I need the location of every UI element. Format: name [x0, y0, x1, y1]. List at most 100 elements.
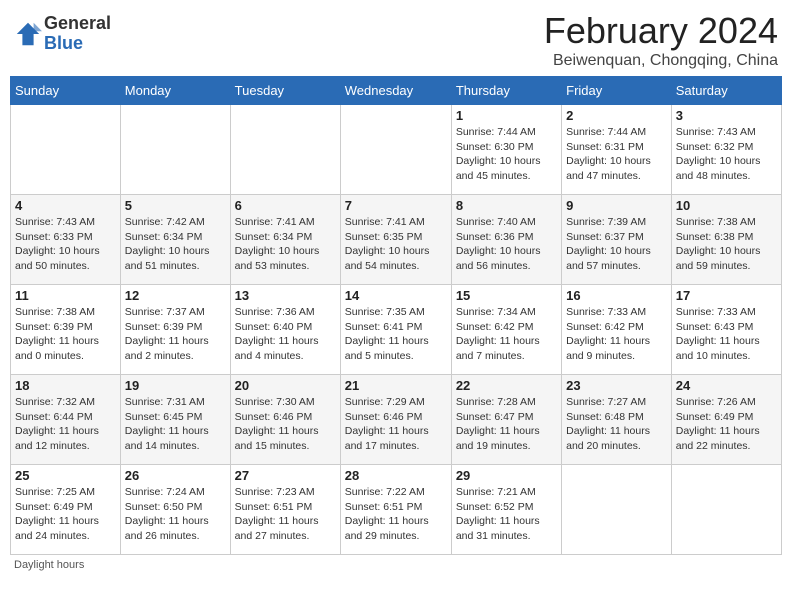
- day-info: Sunrise: 7:42 AMSunset: 6:34 PMDaylight:…: [125, 215, 226, 274]
- calendar-day-cell: 3 Sunrise: 7:43 AMSunset: 6:32 PMDaylight…: [671, 105, 781, 195]
- weekday-header: Thursday: [451, 77, 561, 105]
- day-number: 25: [15, 468, 116, 483]
- day-number: 11: [15, 288, 116, 303]
- calendar-day-cell: 28Sunrise: 7:22 AMSunset: 6:51 PMDayligh…: [340, 465, 451, 555]
- weekday-header: Monday: [120, 77, 230, 105]
- calendar-week-row: 11 Sunrise: 7:38 AMSunset: 6:39 PMDayligh…: [11, 285, 782, 375]
- calendar-day-cell: [120, 105, 230, 195]
- day-number: 23: [566, 378, 667, 393]
- day-number: 2: [566, 108, 667, 123]
- day-info: Sunrise: 7:38 AMSunset: 6:39 PMDaylight:…: [15, 305, 116, 364]
- day-number: 4: [15, 198, 116, 213]
- day-info: Sunrise: 7:23 AMSunset: 6:51 PMDaylight:…: [235, 485, 336, 544]
- calendar-day-cell: 21 Sunrise: 7:29 AMSunset: 6:46 PMDayligh…: [340, 375, 451, 465]
- calendar-day-cell: 16Sunrise: 7:33 AMSunset: 6:42 PMDayligh…: [562, 285, 672, 375]
- day-number: 18: [15, 378, 116, 393]
- weekday-header: Sunday: [11, 77, 121, 105]
- day-info: Sunrise: 7:39 AMSunset: 6:37 PMDaylight:…: [566, 215, 667, 274]
- day-info: Sunrise: 7:27 AMSunset: 6:48 PMDaylight:…: [566, 395, 667, 454]
- day-info: Sunrise: 7:41 AMSunset: 6:34 PMDaylight:…: [235, 215, 336, 274]
- calendar-week-row: 25 Sunrise: 7:25 AMSunset: 6:49 PMDayligh…: [11, 465, 782, 555]
- calendar-day-cell: 9 Sunrise: 7:39 AMSunset: 6:37 PMDaylight…: [562, 195, 672, 285]
- page-header: General Blue February 2024 Beiwenquan, C…: [10, 10, 782, 70]
- calendar-day-cell: 4 Sunrise: 7:43 AMSunset: 6:33 PMDaylight…: [11, 195, 121, 285]
- day-number: 3: [676, 108, 777, 123]
- calendar-day-cell: [11, 105, 121, 195]
- day-number: 21: [345, 378, 447, 393]
- day-info: Sunrise: 7:26 AMSunset: 6:49 PMDaylight:…: [676, 395, 777, 454]
- weekday-header: Friday: [562, 77, 672, 105]
- day-info: Sunrise: 7:43 AMSunset: 6:33 PMDaylight:…: [15, 215, 116, 274]
- calendar-header-row: SundayMondayTuesdayWednesdayThursdayFrid…: [11, 77, 782, 105]
- calendar-day-cell: 7Sunrise: 7:41 AMSunset: 6:35 PMDaylight…: [340, 195, 451, 285]
- calendar-day-cell: 1 Sunrise: 7:44 AMSunset: 6:30 PMDaylight…: [451, 105, 561, 195]
- month-title: February 2024: [544, 10, 778, 52]
- day-number: 20: [235, 378, 336, 393]
- day-info: Sunrise: 7:29 AMSunset: 6:46 PMDaylight:…: [345, 395, 447, 454]
- day-number: 9: [566, 198, 667, 213]
- day-number: 28: [345, 468, 447, 483]
- calendar-day-cell: 25 Sunrise: 7:25 AMSunset: 6:49 PMDayligh…: [11, 465, 121, 555]
- day-number: 16: [566, 288, 667, 303]
- day-number: 19: [125, 378, 226, 393]
- calendar-day-cell: 23 Sunrise: 7:27 AMSunset: 6:48 PMDayligh…: [562, 375, 672, 465]
- calendar-day-cell: [562, 465, 672, 555]
- day-info: Sunrise: 7:33 AMSunset: 6:43 PMDaylight:…: [676, 305, 777, 364]
- day-info: Sunrise: 7:37 AMSunset: 6:39 PMDaylight:…: [125, 305, 226, 364]
- calendar-week-row: 1 Sunrise: 7:44 AMSunset: 6:30 PMDaylight…: [11, 105, 782, 195]
- location-title: Beiwenquan, Chongqing, China: [544, 52, 778, 70]
- day-info: Sunrise: 7:40 AMSunset: 6:36 PMDaylight:…: [456, 215, 557, 274]
- day-info: Sunrise: 7:36 AMSunset: 6:40 PMDaylight:…: [235, 305, 336, 364]
- day-info: Sunrise: 7:43 AMSunset: 6:32 PMDaylight:…: [676, 125, 777, 184]
- day-number: 24: [676, 378, 777, 393]
- calendar-day-cell: 17Sunrise: 7:33 AMSunset: 6:43 PMDayligh…: [671, 285, 781, 375]
- day-number: 26: [125, 468, 226, 483]
- calendar-day-cell: 24 Sunrise: 7:26 AMSunset: 6:49 PMDayligh…: [671, 375, 781, 465]
- calendar-day-cell: 14 Sunrise: 7:35 AMSunset: 6:41 PMDayligh…: [340, 285, 451, 375]
- calendar-day-cell: 5 Sunrise: 7:42 AMSunset: 6:34 PMDaylight…: [120, 195, 230, 285]
- calendar-week-row: 4 Sunrise: 7:43 AMSunset: 6:33 PMDaylight…: [11, 195, 782, 285]
- day-number: 6: [235, 198, 336, 213]
- day-info: Sunrise: 7:35 AMSunset: 6:41 PMDaylight:…: [345, 305, 447, 364]
- calendar-day-cell: 19Sunrise: 7:31 AMSunset: 6:45 PMDayligh…: [120, 375, 230, 465]
- logo-general-text: General: [44, 14, 111, 34]
- day-number: 12: [125, 288, 226, 303]
- day-info: Sunrise: 7:24 AMSunset: 6:50 PMDaylight:…: [125, 485, 226, 544]
- calendar-day-cell: 18 Sunrise: 7:32 AMSunset: 6:44 PMDayligh…: [11, 375, 121, 465]
- title-block: February 2024 Beiwenquan, Chongqing, Chi…: [544, 10, 778, 70]
- day-number: 8: [456, 198, 557, 213]
- day-info: Sunrise: 7:30 AMSunset: 6:46 PMDaylight:…: [235, 395, 336, 454]
- day-info: Sunrise: 7:28 AMSunset: 6:47 PMDaylight:…: [456, 395, 557, 454]
- logo-blue-text: Blue: [44, 34, 111, 54]
- calendar-day-cell: 27 Sunrise: 7:23 AMSunset: 6:51 PMDayligh…: [230, 465, 340, 555]
- day-info: Sunrise: 7:34 AMSunset: 6:42 PMDaylight:…: [456, 305, 557, 364]
- day-info: Sunrise: 7:21 AMSunset: 6:52 PMDaylight:…: [456, 485, 557, 544]
- calendar-day-cell: 26 Sunrise: 7:24 AMSunset: 6:50 PMDayligh…: [120, 465, 230, 555]
- day-number: 22: [456, 378, 557, 393]
- day-number: 29: [456, 468, 557, 483]
- day-info: Sunrise: 7:41 AMSunset: 6:35 PMDaylight:…: [345, 215, 447, 274]
- day-number: 27: [235, 468, 336, 483]
- calendar-day-cell: 12 Sunrise: 7:37 AMSunset: 6:39 PMDayligh…: [120, 285, 230, 375]
- logo-icon: [14, 20, 42, 48]
- calendar-day-cell: 20 Sunrise: 7:30 AMSunset: 6:46 PMDayligh…: [230, 375, 340, 465]
- calendar-day-cell: [340, 105, 451, 195]
- day-number: 10: [676, 198, 777, 213]
- calendar-week-row: 18 Sunrise: 7:32 AMSunset: 6:44 PMDayligh…: [11, 375, 782, 465]
- calendar-day-cell: 2Sunrise: 7:44 AMSunset: 6:31 PMDaylight…: [562, 105, 672, 195]
- day-number: 5: [125, 198, 226, 213]
- day-number: 1: [456, 108, 557, 123]
- calendar-day-cell: [230, 105, 340, 195]
- weekday-header: Saturday: [671, 77, 781, 105]
- weekday-header: Tuesday: [230, 77, 340, 105]
- calendar-day-cell: 6 Sunrise: 7:41 AMSunset: 6:34 PMDaylight…: [230, 195, 340, 285]
- day-info: Sunrise: 7:25 AMSunset: 6:49 PMDaylight:…: [15, 485, 116, 544]
- logo: General Blue: [14, 14, 111, 54]
- calendar-table: SundayMondayTuesdayWednesdayThursdayFrid…: [10, 76, 782, 555]
- calendar-day-cell: 22 Sunrise: 7:28 AMSunset: 6:47 PMDayligh…: [451, 375, 561, 465]
- day-number: 14: [345, 288, 447, 303]
- calendar-day-cell: 10Sunrise: 7:38 AMSunset: 6:38 PMDayligh…: [671, 195, 781, 285]
- day-info: Sunrise: 7:32 AMSunset: 6:44 PMDaylight:…: [15, 395, 116, 454]
- day-info: Sunrise: 7:44 AMSunset: 6:30 PMDaylight:…: [456, 125, 557, 184]
- calendar-day-cell: 8 Sunrise: 7:40 AMSunset: 6:36 PMDaylight…: [451, 195, 561, 285]
